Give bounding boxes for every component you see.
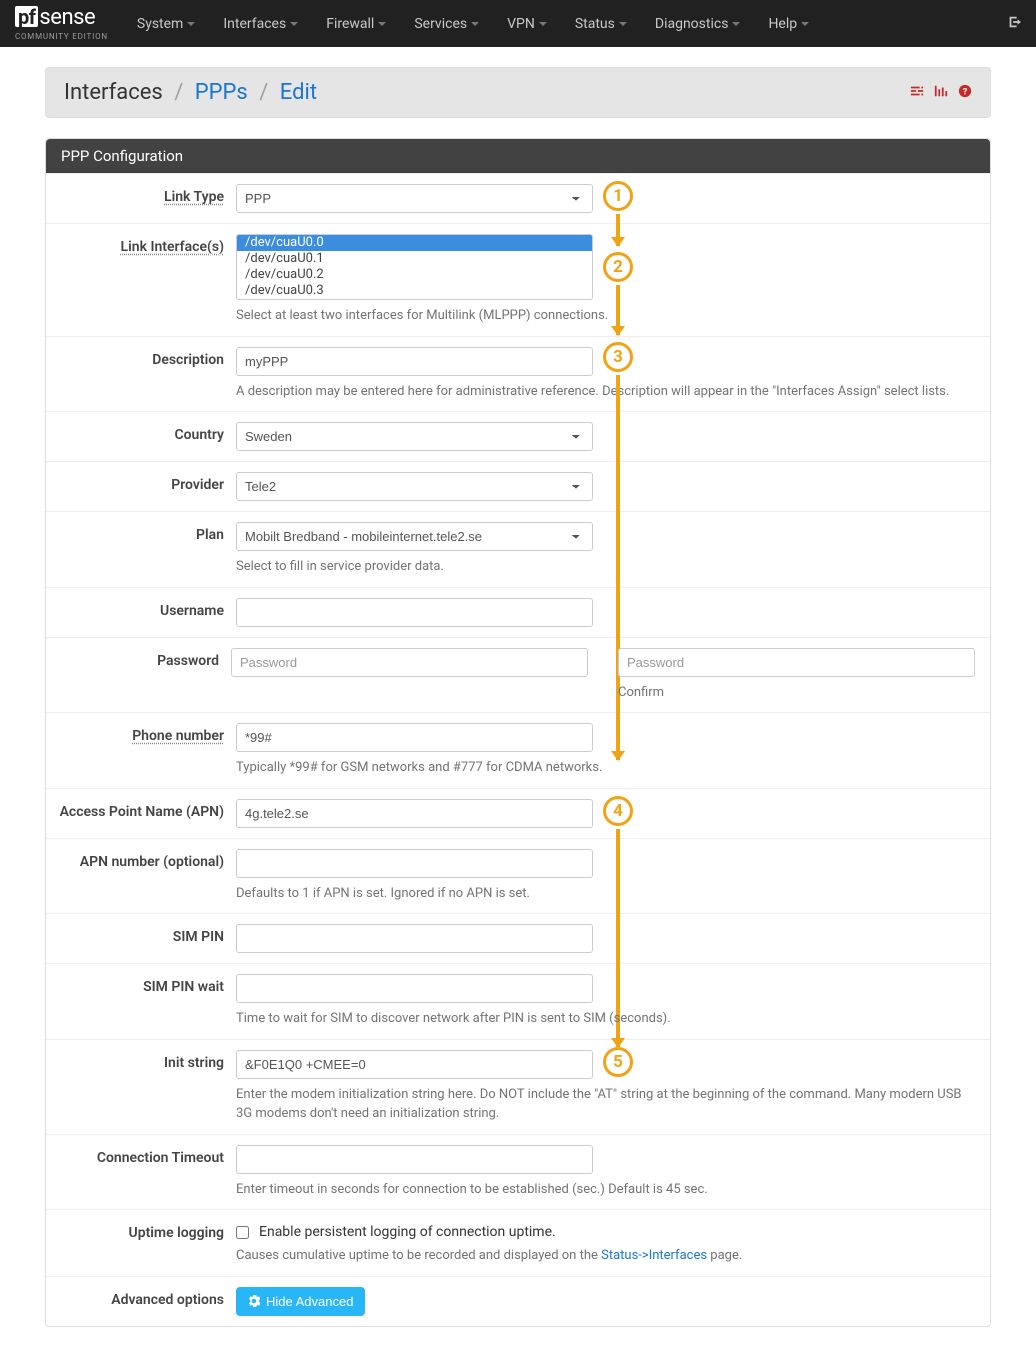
nav-interfaces[interactable]: Interfaces [209,16,312,32]
timeout-input[interactable] [236,1145,593,1174]
country-label: Country [46,422,236,451]
plan-help: Select to fill in service provider data. [236,557,975,577]
top-nav: pfsense COMMUNITY EDITION System Interfa… [0,0,1036,47]
breadcrumb-edit[interactable]: Edit [280,80,317,105]
logo[interactable]: pfsense COMMUNITY EDITION [15,6,108,41]
timeout-label: Connection Timeout [46,1145,236,1200]
apnnum-input[interactable] [236,849,593,878]
nav-firewall[interactable]: Firewall [312,16,400,32]
apnnum-help: Defaults to 1 if APN is set. Ignored if … [236,884,975,904]
breadcrumb: Interfaces / PPPs / Edit [64,80,317,105]
simwait-label: SIM PIN wait [46,974,236,1029]
help-icon[interactable]: ? [958,84,972,102]
confirm-label: Confirm [618,683,975,703]
link-if-help: Select at least two interfaces for Multi… [236,306,975,326]
apn-input[interactable] [236,799,593,828]
username-label: Username [46,598,236,627]
desc-label: Description [46,347,236,402]
plan-select[interactable]: Mobilt Bredband - mobileinternet.tele2.s… [236,522,593,551]
nav-status[interactable]: Status [561,16,641,32]
desc-input[interactable] [236,347,593,376]
uptime-checkbox[interactable] [236,1226,249,1239]
breadcrumb-ppps[interactable]: PPPs [195,80,248,105]
link-if-select[interactable]: /dev/cuaU0.0 /dev/cuaU0.1 /dev/cuaU0.2 /… [236,234,593,300]
annotation-5: 5 [603,1047,633,1077]
nav-help[interactable]: Help [754,16,823,32]
nav-services[interactable]: Services [400,16,493,32]
nav-system[interactable]: System [123,16,209,32]
nav-vpn[interactable]: VPN [493,16,561,32]
uptime-help: Causes cumulative uptime to be recorded … [236,1246,975,1266]
timeout-help: Enter timeout in seconds for connection … [236,1180,975,1200]
link-type-select[interactable]: PPP [236,184,593,213]
gear-icon [248,1295,260,1307]
apn-label: Access Point Name (APN) [46,799,236,828]
init-input[interactable] [236,1050,593,1079]
settings-icon[interactable] [910,84,924,102]
phone-help: Typically *99# for GSM networks and #777… [236,758,975,778]
annotation-2: 2 [603,252,633,282]
nav-menu: System Interfaces Firewall Services VPN … [123,16,1007,32]
status-interfaces-link[interactable]: Status->Interfaces [601,1248,707,1263]
provider-select[interactable]: Tele2 [236,472,593,501]
breadcrumb-root[interactable]: Interfaces [64,80,163,105]
provider-label: Provider [46,472,236,501]
ppp-config-panel: PPP Configuration Link Type PPP 1 Link I… [45,138,991,1327]
password-confirm-input[interactable] [618,648,975,677]
password-input[interactable] [231,648,588,677]
logout-icon[interactable] [1007,14,1021,33]
init-label: Init string [46,1050,236,1124]
annotation-3: 3 [603,342,633,372]
annotation-1: 1 [603,181,633,211]
arrow-2-3 [616,285,620,335]
adv-label: Advanced options [46,1287,236,1316]
link-if-label: Link Interface(s) [46,234,236,326]
simpin-input[interactable] [236,924,593,953]
country-select[interactable]: Sweden [236,422,593,451]
annotation-4: 4 [603,796,633,826]
simwait-input[interactable] [236,974,593,1003]
plan-label: Plan [46,522,236,577]
simwait-help: Time to wait for SIM to discover network… [236,1009,975,1029]
stats-icon[interactable] [934,84,948,102]
password-label: Password [46,648,231,703]
init-help: Enter the modem initialization string he… [236,1085,975,1124]
panel-title: PPP Configuration [46,139,990,173]
phone-label: Phone number [46,723,236,778]
uptime-label: Uptime logging [46,1220,236,1266]
page-header: Interfaces / PPPs / Edit ? [45,67,991,118]
svg-text:?: ? [963,86,968,97]
hide-advanced-button[interactable]: Hide Advanced [236,1287,365,1316]
link-type-label: Link Type [46,184,236,213]
username-input[interactable] [236,598,593,627]
desc-help: A description may be entered here for ad… [236,382,975,402]
uptime-chk-label: Enable persistent logging of connection … [259,1224,556,1240]
nav-diagnostics[interactable]: Diagnostics [641,16,755,32]
apnnum-label: APN number (optional) [46,849,236,904]
simpin-label: SIM PIN [46,924,236,953]
phone-input[interactable] [236,723,593,752]
